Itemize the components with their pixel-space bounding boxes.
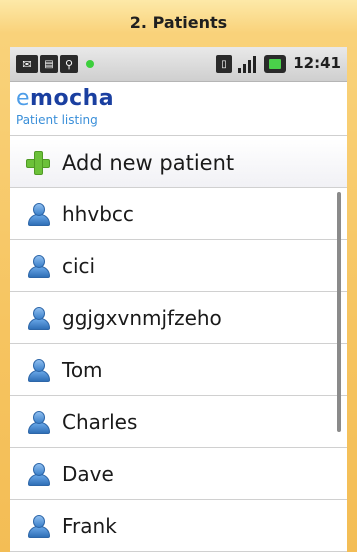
patient-name: Frank	[62, 513, 117, 538]
patient-name: Dave	[62, 461, 114, 486]
status-time: 12:41	[293, 54, 341, 72]
document-icon: ▤	[40, 55, 58, 73]
window-frame: 2. Patients ✉ ▤ ⚲ ▯ 12:41 emocha Patient…	[0, 0, 357, 552]
app-logo: emocha	[16, 86, 115, 111]
list-scrollbar[interactable]	[337, 192, 341, 432]
add-new-patient-button[interactable]: Add new patient	[10, 139, 347, 188]
patient-list[interactable]: hhvbcc cici ggjgxvnmjfzeho Tom Charles D…	[10, 188, 347, 552]
signal-icon	[236, 55, 258, 73]
patient-row[interactable]: Tom	[10, 344, 347, 396]
plus-icon	[26, 151, 50, 175]
person-icon	[26, 462, 50, 486]
patient-row[interactable]: Frank	[10, 500, 347, 552]
patient-row[interactable]: Dave	[10, 448, 347, 500]
patient-row[interactable]: hhvbcc	[10, 188, 347, 240]
header-divider	[10, 135, 347, 136]
patient-name: cici	[62, 253, 96, 278]
device-screen: ✉ ▤ ⚲ ▯ 12:41 emocha Patient listing Add…	[10, 47, 347, 552]
person-icon	[26, 358, 50, 382]
patient-name: ggjgxvnmjfzeho	[62, 305, 222, 330]
notification-dot-icon	[86, 60, 94, 68]
app-header: emocha Patient listing	[10, 82, 347, 132]
status-bar: ✉ ▤ ⚲ ▯ 12:41	[10, 47, 347, 82]
person-icon	[26, 254, 50, 278]
person-icon	[26, 202, 50, 226]
vibrate-icon: ▯	[216, 55, 232, 73]
patient-name: Tom	[62, 357, 103, 382]
person-icon	[26, 410, 50, 434]
patient-name: hhvbcc	[62, 201, 134, 226]
add-new-patient-label: Add new patient	[62, 151, 235, 175]
person-icon	[26, 306, 50, 330]
battery-icon	[264, 55, 286, 73]
patient-row[interactable]: Charles	[10, 396, 347, 448]
patient-row[interactable]: cici	[10, 240, 347, 292]
mail-icon: ✉	[16, 55, 38, 73]
page-subtitle: Patient listing	[16, 113, 98, 127]
window-title: 2. Patients	[129, 12, 228, 32]
patient-name: Charles	[62, 409, 138, 434]
patient-row[interactable]: ggjgxvnmjfzeho	[10, 292, 347, 344]
person-icon	[26, 514, 50, 538]
usb-icon: ⚲	[60, 55, 78, 73]
